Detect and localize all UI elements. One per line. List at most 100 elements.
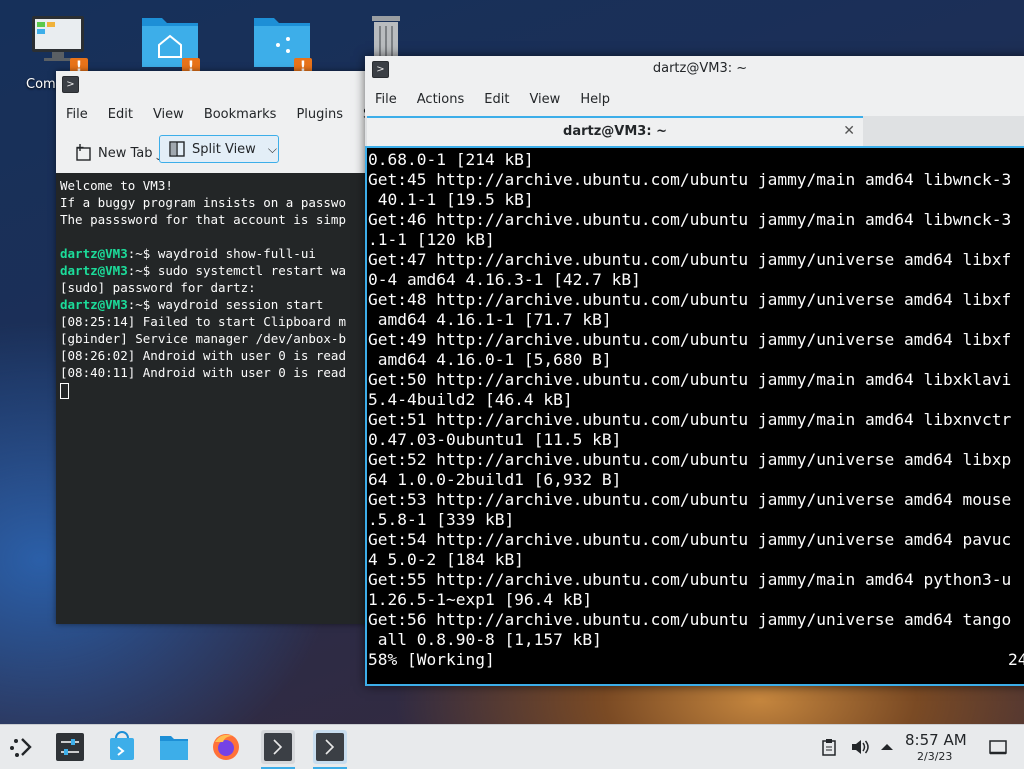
- menu-bar: File Actions Edit View Help: [365, 82, 1024, 116]
- terminal-line: 1.26.5-1~exp1 [96.4 kB]: [368, 590, 593, 609]
- taskbar-system-settings[interactable]: [53, 730, 87, 764]
- tab-terminal[interactable]: dartz@VM3: ~ ✕: [367, 116, 863, 146]
- taskbar-discover[interactable]: [105, 730, 139, 764]
- toolbar: New Tab ⌄ Split View ⌵: [56, 131, 386, 173]
- kde-launcher-icon: [10, 738, 32, 757]
- terminal-line: [gbinder] Service manager /dev/anbox-b: [60, 331, 346, 346]
- tray-clipboard[interactable]: [820, 725, 838, 769]
- terminal-output[interactable]: Welcome to VM3! If a buggy program insist…: [56, 173, 386, 624]
- menu-bar: File Edit View Bookmarks Plugins Se: [56, 97, 386, 131]
- taskbar-firefox[interactable]: [209, 730, 243, 764]
- menu-help[interactable]: Help: [570, 92, 620, 107]
- tray-volume[interactable]: [850, 725, 870, 769]
- volume-icon: [852, 740, 869, 754]
- chevron-up-icon: [881, 744, 893, 750]
- window-titlebar[interactable]: > dartz@VM3: ~: [365, 56, 1024, 82]
- menu-file[interactable]: File: [365, 92, 407, 107]
- terminal-line: Get:56 http://archive.ubuntu.com/ubuntu …: [368, 610, 1012, 629]
- terminal-line: The passsword for that account is simp: [60, 212, 346, 227]
- desktop-icon-folder[interactable]: !: [246, 8, 318, 76]
- terminal-line: If a buggy program insists on a passwo: [60, 195, 346, 210]
- split-view-button[interactable]: Split View ⌵: [159, 135, 279, 163]
- terminal-line: Get:52 http://archive.ubuntu.com/ubuntu …: [368, 450, 1012, 469]
- taskbar-konsole-2[interactable]: [313, 730, 347, 769]
- tab-label: dartz@VM3: ~: [563, 124, 667, 139]
- taskbar-file-manager[interactable]: [157, 730, 191, 764]
- show-desktop-button[interactable]: [988, 725, 1008, 769]
- discover-store-icon: [110, 731, 134, 760]
- terminal-command: :~$ waydroid session start: [127, 297, 324, 312]
- window-titlebar[interactable]: >: [56, 71, 386, 97]
- konsole-window-back[interactable]: > File Edit View Bookmarks Plugins Se Ne…: [56, 71, 386, 624]
- terminal-line: .5.8-1 [339 kB]: [368, 510, 515, 529]
- chevron-down-icon: ⌵: [267, 141, 277, 156]
- terminal-icon: >: [62, 76, 79, 93]
- terminal-line: [08:40:11] Android with user 0 is read: [60, 365, 346, 380]
- clipboard-icon: [822, 739, 836, 756]
- terminal-line: Get:50 http://archive.ubuntu.com/ubuntu …: [368, 370, 1012, 389]
- terminal-line: [08:26:02] Android with user 0 is read: [60, 348, 346, 363]
- apt-progress-right: 24: [1008, 650, 1024, 669]
- terminal-cursor: [60, 382, 69, 399]
- folder-icon: [160, 736, 188, 760]
- tab-bar: dartz@VM3: ~ ✕: [365, 116, 1024, 146]
- terminal-line: [08:25:14] Failed to start Clipboard m: [60, 314, 346, 329]
- menu-view[interactable]: View: [143, 107, 194, 122]
- terminal-line: dartz@VM3:~$ sudo systemctl restart wa: [60, 262, 382, 279]
- terminal-icon: [316, 733, 344, 761]
- konsole-window-front[interactable]: > dartz@VM3: ~ File Actions Edit View He…: [365, 56, 1024, 686]
- menu-view[interactable]: View: [519, 92, 570, 107]
- desktop-icon-home[interactable]: !: [134, 8, 206, 76]
- terminal-line: Get:55 http://archive.ubuntu.com/ubuntu …: [368, 570, 1012, 589]
- terminal-line: amd64 4.16.0-1 [5,680 B]: [368, 350, 612, 369]
- terminal-command: :~$ sudo systemctl restart wa: [127, 263, 346, 278]
- terminal-line: 5.4-4build2 [46.4 kB]: [368, 390, 573, 409]
- clock-date[interactable]: 2/3/23: [917, 750, 952, 763]
- tray-expand[interactable]: [880, 725, 894, 769]
- terminal-line: 4 5.0-2 [184 kB]: [368, 550, 524, 569]
- desktop-icon-computer[interactable]: !: [22, 8, 94, 76]
- terminal-cursor-line: [60, 381, 382, 399]
- menu-file[interactable]: File: [56, 107, 98, 122]
- menu-bookmarks[interactable]: Bookmarks: [194, 107, 287, 122]
- taskbar-konsole-1[interactable]: [261, 730, 295, 769]
- split-view-label: Split View: [192, 141, 256, 157]
- terminal-line: .1-1 [120 kB]: [368, 230, 495, 249]
- settings-sliders-icon: [56, 733, 84, 761]
- terminal-line: 0.68.0-1 [214 kB]: [368, 150, 534, 169]
- terminal-line: 40.1-1 [19.5 kB]: [368, 190, 534, 209]
- clock-time[interactable]: 8:57 AM: [905, 731, 967, 749]
- terminal-line: Get:49 http://archive.ubuntu.com/ubuntu …: [368, 330, 1012, 349]
- terminal-line: Get:54 http://archive.ubuntu.com/ubuntu …: [368, 530, 1012, 549]
- terminal-line: Get:53 http://archive.ubuntu.com/ubuntu …: [368, 490, 1012, 509]
- terminal-line: Welcome to VM3!: [60, 178, 173, 193]
- terminal-line: amd64 4.16.1-1 [71.7 kB]: [368, 310, 612, 329]
- menu-actions[interactable]: Actions: [407, 92, 475, 107]
- firefox-icon: [213, 734, 239, 760]
- terminal-line: 0-4 amd64 4.16.3-1 [42.7 kB]: [368, 270, 641, 289]
- terminal-line: dartz@VM3:~$ waydroid show-full-ui: [60, 245, 382, 262]
- app-launcher-button[interactable]: [5, 730, 39, 764]
- terminal-command: :~$ waydroid show-full-ui: [127, 246, 316, 261]
- terminal-line: Get:48 http://archive.ubuntu.com/ubuntu …: [368, 290, 1012, 309]
- terminal-output[interactable]: 0.68.0-1 [214 kB] Get:45 http://archive.u…: [365, 146, 1024, 686]
- show-desktop-icon: [989, 740, 1007, 755]
- menu-plugins[interactable]: Plugins: [286, 107, 353, 122]
- terminal-line: Get:45 http://archive.ubuntu.com/ubuntu …: [368, 170, 1012, 189]
- apt-progress-line: 58% [Working] 24: [368, 650, 1024, 670]
- terminal-line: 0.47.03-0ubuntu1 [11.5 kB]: [368, 430, 622, 449]
- terminal-prompt: dartz@VM3: [60, 263, 128, 278]
- terminal-line: all 0.8.90-8 [1,157 kB]: [368, 630, 602, 649]
- taskbar: 8:57 AM 2/3/23: [0, 724, 1024, 769]
- terminal-line: dartz@VM3:~$ waydroid session start: [60, 296, 382, 313]
- terminal-prompt: dartz@VM3: [60, 297, 128, 312]
- menu-edit[interactable]: Edit: [474, 92, 519, 107]
- terminal-line: [sudo] password for dartz:: [60, 280, 256, 295]
- menu-edit[interactable]: Edit: [98, 107, 143, 122]
- new-tab-label: New Tab: [98, 145, 153, 161]
- new-tab-icon: [76, 144, 91, 161]
- close-tab-icon[interactable]: ✕: [843, 123, 855, 139]
- terminal-line: Get:46 http://archive.ubuntu.com/ubuntu …: [368, 210, 1012, 229]
- new-tab-button[interactable]: New Tab ⌄: [70, 139, 166, 167]
